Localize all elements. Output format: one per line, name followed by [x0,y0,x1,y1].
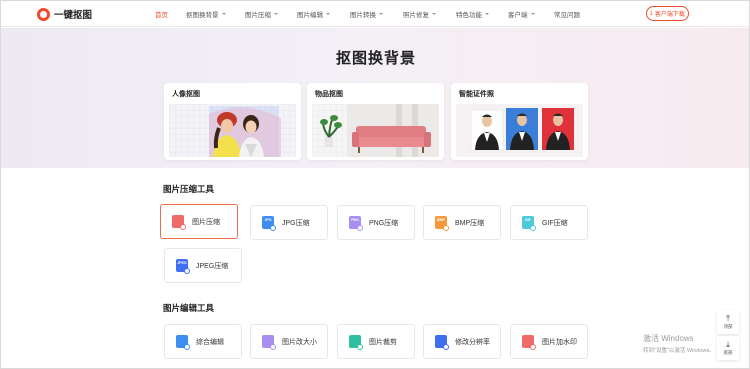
tool-label: BMP压缩 [455,219,485,227]
tool-watermark[interactable]: 图片加水印 [510,324,588,359]
nav-item-home[interactable]: 首页 [155,9,168,19]
tool-label: JPEG压缩 [196,262,229,270]
tool-jpg-compress[interactable]: JPG JPG压缩 [250,205,328,240]
arrow-up-icon: ⤒ [726,313,730,323]
back-to-top-button[interactable]: ⤒ 顶部 [717,310,739,334]
nav-label: 常见问题 [554,12,580,19]
nav-label: 图片转换 [350,12,376,19]
portrait-image [169,104,296,157]
download-icon: ⤓ [650,10,653,16]
bottom-label: 底部 [723,349,733,355]
page-title: 抠图换背景 [335,50,416,67]
tool-crop[interactable]: 图片裁剪 [337,324,415,359]
tool-resolution[interactable]: 修改分辨率 [423,324,501,359]
bmp-icon: BMP [435,216,449,231]
nav-item-client[interactable]: 客户端 [508,9,535,19]
nav-item-compress[interactable]: 图片压缩 [245,9,278,19]
nav-item-faq[interactable]: 常见问题 [554,9,580,19]
gif-icon: GIF [522,216,536,231]
tool-label: 图片加水印 [542,338,577,346]
logo[interactable]: 一键抠图 [37,7,92,21]
tool-jpeg-compress[interactable]: JPEG JPEG压缩 [164,248,242,283]
jpeg-icon: JPEG [176,259,190,274]
tool-gif-compress[interactable]: GIF GIF压缩 [510,205,588,240]
card-object-cutout[interactable]: 物品抠图 [307,83,444,160]
tool-label: 图片裁剪 [369,338,397,346]
tool-label: 综合编辑 [196,338,224,346]
nav-label: 图片压缩 [245,12,271,19]
nav-label: 客户端 [508,12,528,19]
go-to-bottom-button[interactable]: ⤓ 底部 [717,336,739,360]
section-title-edit: 图片编辑工具 [163,303,215,313]
tool-label: JPG压缩 [282,219,310,227]
nav-label: 特色功能 [456,12,482,19]
crop-icon [349,335,363,350]
watermark-icon [522,335,536,350]
arrow-down-icon: ⤓ [726,339,730,349]
card-title: 智能证件照 [459,91,494,98]
page-frame: 一键抠图 首页 抠图换背景 图片压缩 图片编辑 图片转换 照片修复 特色功能 客… [0,0,750,369]
edit-icon [176,335,190,350]
image-compress-icon [172,215,186,230]
logo-icon [37,7,50,21]
chevron-down-icon [530,13,535,15]
id-photo-image [456,104,583,157]
top-navbar: 一键抠图 首页 抠图换背景 图片压缩 图片编辑 图片转换 照片修复 特色功能 客… [1,1,749,27]
tool-label: PNG压缩 [369,219,399,227]
top-label: 顶部 [723,323,733,329]
nav-item-features[interactable]: 特色功能 [456,9,489,19]
watermark-line-2: 转到"设置"以激活 Windows。 [643,348,715,354]
tool-label: GIF压缩 [542,219,568,227]
sofa-illustration [312,104,439,157]
chevron-down-icon [432,13,436,15]
windows-activation-watermark: 激活 Windows 转到"设置"以激活 Windows。 [643,333,715,354]
nav-item-edit[interactable]: 图片编辑 [297,9,330,19]
logo-text: 一键抠图 [54,10,93,21]
nav-label: 图片编辑 [297,12,323,19]
chevron-down-icon [326,13,330,15]
nav-label: 抠图换背景 [186,12,219,19]
nav-label: 首页 [155,12,168,19]
resolution-icon [435,335,449,350]
chevron-down-icon [379,13,383,15]
jpg-icon: JPG [262,216,276,231]
nav-item-repair[interactable]: 照片修复 [403,9,436,19]
resize-icon [262,335,276,350]
nav-item-convert[interactable]: 图片转换 [350,9,383,19]
chevron-down-icon [221,13,226,15]
card-id-photo[interactable]: 智能证件照 [451,83,588,160]
tool-bmp-compress[interactable]: BMP BMP压缩 [423,205,501,240]
tool-general-edit[interactable]: 综合编辑 [164,324,242,359]
chevron-down-icon [274,13,278,15]
tool-label: 图片改大小 [282,338,317,346]
watermark-line-1: 激活 Windows [643,334,694,343]
nav-label: 照片修复 [403,12,429,19]
card-portrait-cutout[interactable]: 人像抠图 [164,83,301,160]
tool-png-compress[interactable]: PNG PNG压缩 [337,205,415,240]
nav-item-cutout[interactable]: 抠图换背景 [186,9,226,19]
tool-label: 修改分辨率 [455,338,490,346]
card-title: 人像抠图 [172,91,200,98]
download-label: 客户端下载 [654,12,685,18]
tool-resize[interactable]: 图片改大小 [250,324,328,359]
tool-image-compress[interactable]: 图片压缩 [160,204,238,239]
section-title-compress: 图片压缩工具 [163,184,215,194]
id-photo-illustration [456,104,583,157]
chevron-down-icon [485,13,489,15]
client-download-button[interactable]: ⤓ 客户端下载 [646,6,689,21]
portrait-illustration [169,104,296,157]
tool-label: 图片压缩 [192,218,220,226]
card-title: 物品抠图 [315,91,343,98]
png-icon: PNG [349,216,363,231]
object-image [312,104,439,157]
